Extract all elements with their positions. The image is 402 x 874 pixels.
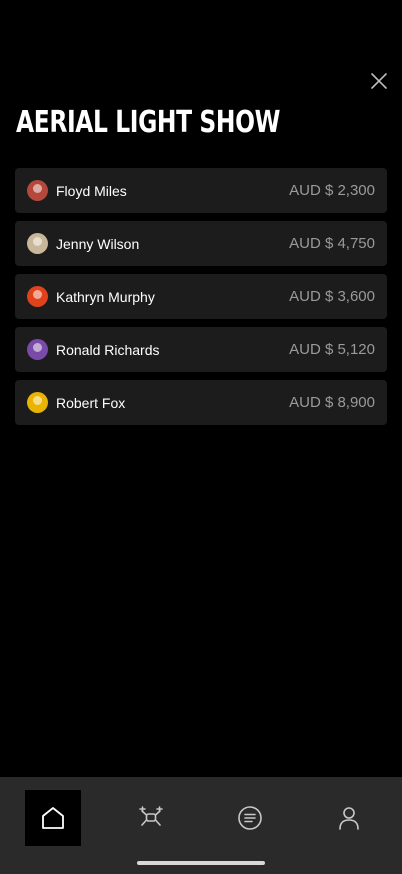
drone-icon bbox=[139, 806, 163, 826]
close-button[interactable] bbox=[366, 68, 392, 94]
list-item-name: Robert Fox bbox=[56, 394, 126, 411]
list-item[interactable]: Floyd Miles AUD $ 2,300 bbox=[15, 168, 387, 213]
list-icon bbox=[238, 806, 262, 830]
list-item-name: Kathryn Murphy bbox=[56, 288, 155, 305]
avatar bbox=[27, 339, 48, 360]
avatar bbox=[27, 286, 48, 307]
list-item[interactable]: Robert Fox AUD $ 8,900 bbox=[15, 380, 387, 425]
bid-list: Floyd Miles AUD $ 2,300 Jenny Wilson AUD… bbox=[15, 168, 387, 433]
list-item-amount: AUD $ 2,300 bbox=[289, 182, 375, 199]
page-title: AERIAL LIGHT SHOW bbox=[16, 105, 281, 140]
list-item-amount: AUD $ 5,120 bbox=[289, 341, 375, 358]
home-icon bbox=[42, 807, 64, 829]
list-item-name: Jenny Wilson bbox=[56, 235, 140, 252]
tab-profile[interactable] bbox=[321, 790, 377, 846]
tab-list[interactable] bbox=[222, 790, 278, 846]
avatar bbox=[27, 392, 48, 413]
list-item-amount: AUD $ 8,900 bbox=[289, 394, 375, 411]
list-item[interactable]: Jenny Wilson AUD $ 4,750 bbox=[15, 221, 387, 266]
list-item-name: Floyd Miles bbox=[56, 182, 127, 199]
close-icon bbox=[371, 73, 387, 89]
list-item[interactable]: Kathryn Murphy AUD $ 3,600 bbox=[15, 274, 387, 319]
avatar bbox=[27, 233, 48, 254]
tab-drone[interactable] bbox=[123, 790, 179, 846]
home-indicator bbox=[137, 861, 265, 865]
list-item-amount: AUD $ 4,750 bbox=[289, 235, 375, 252]
bottom-tab-bar bbox=[0, 777, 402, 874]
user-icon bbox=[339, 807, 359, 830]
list-item-amount: AUD $ 3,600 bbox=[289, 288, 375, 305]
list-item[interactable]: Ronald Richards AUD $ 5,120 bbox=[15, 327, 387, 372]
list-item-name: Ronald Richards bbox=[56, 341, 160, 358]
avatar bbox=[27, 180, 48, 201]
tab-home[interactable] bbox=[25, 790, 81, 846]
